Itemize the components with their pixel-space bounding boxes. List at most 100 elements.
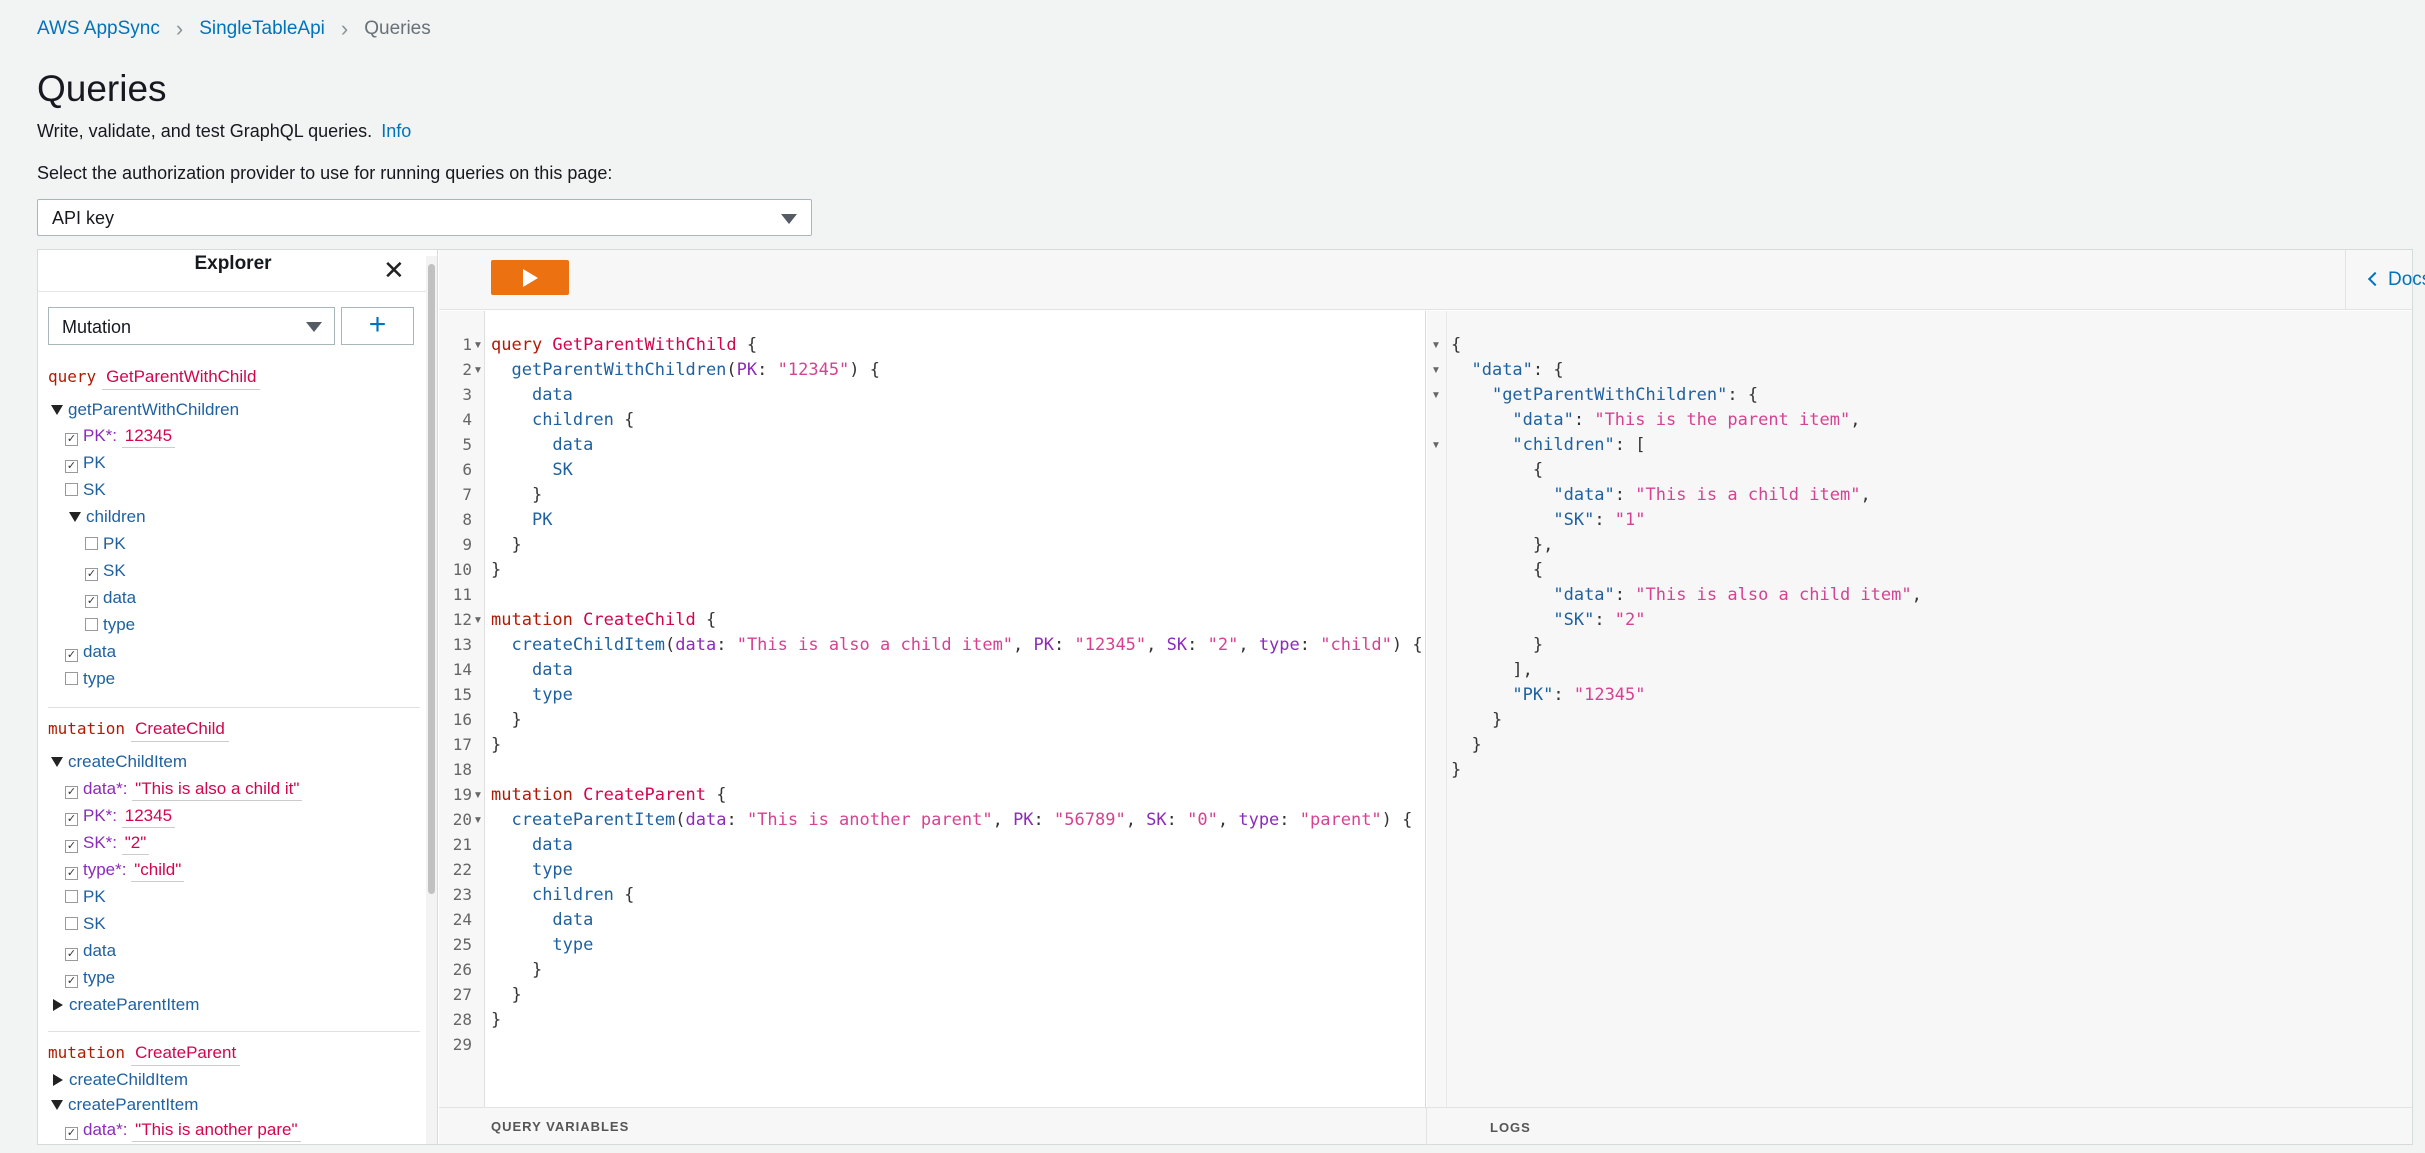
- fold-arrow-icon[interactable]: ▼: [473, 815, 483, 826]
- field-row[interactable]: type: [85, 615, 135, 635]
- breadcrumb-api-link[interactable]: SingleTableApi: [199, 18, 325, 40]
- code-token: data: [685, 810, 727, 830]
- logs-tab[interactable]: LOGS: [1490, 1120, 1531, 1135]
- checkbox-checked-icon[interactable]: ✓: [65, 948, 78, 961]
- field-row[interactable]: PK: [65, 887, 106, 907]
- line-number: 10: [452, 560, 472, 579]
- checkbox-unchecked-icon[interactable]: [65, 672, 78, 685]
- tree-node[interactable]: createParentItem: [53, 995, 199, 1015]
- checkbox-checked-icon[interactable]: ✓: [85, 595, 98, 608]
- argument-value-input[interactable]: 12345: [121, 806, 176, 828]
- field-label: PK: [83, 453, 106, 472]
- query-editor[interactable]: 1 2 3 4 5 6 7 8 9 10 11 12 13 14 15 16 1…: [439, 311, 1426, 1107]
- checkbox-unchecked-icon[interactable]: [65, 890, 78, 903]
- code-token: "56789": [1054, 810, 1126, 830]
- argument-row[interactable]: ✓ SK*: "2": [65, 833, 150, 855]
- argument-row[interactable]: ✓ type*: "child": [65, 860, 185, 882]
- argument-value-input[interactable]: "This is another pare": [132, 1120, 301, 1142]
- code-line: }: [491, 485, 542, 505]
- code-line: mutation CreateParent {: [491, 785, 726, 805]
- checkbox-checked-icon[interactable]: ✓: [65, 786, 78, 799]
- checkbox-checked-icon[interactable]: ✓: [65, 460, 78, 473]
- field-row[interactable]: ✓ data: [65, 642, 116, 662]
- query-variables-tab[interactable]: QUERY VARIABLES: [491, 1119, 629, 1134]
- code-line: children {: [491, 410, 634, 430]
- result-token: [1451, 360, 1471, 380]
- result-token: "SK": [1553, 610, 1595, 630]
- fold-arrow-icon[interactable]: ▼: [1431, 340, 1441, 351]
- field-row[interactable]: ✓ data: [65, 941, 116, 961]
- checkbox-checked-icon[interactable]: ✓: [65, 433, 78, 446]
- argument-row[interactable]: ✓ data*: "This is another pare": [65, 1120, 301, 1142]
- scrollbar-thumb[interactable]: [428, 264, 435, 894]
- argument-value-input[interactable]: 12345: [121, 426, 176, 448]
- checkbox-checked-icon[interactable]: ✓: [65, 649, 78, 662]
- field-label: type: [103, 615, 136, 634]
- fold-arrow-icon[interactable]: ▼: [473, 365, 483, 376]
- fold-arrow-icon[interactable]: ▼: [1431, 390, 1441, 401]
- auth-provider-select[interactable]: API key: [37, 199, 812, 236]
- argument-row[interactable]: ✓ PK*: 12345: [65, 806, 176, 828]
- code-token: }: [491, 560, 502, 580]
- result-token: "SK": [1553, 510, 1595, 530]
- result-token: "children": [1512, 435, 1615, 455]
- checkbox-unchecked-icon[interactable]: [65, 483, 78, 496]
- argument-row[interactable]: ✓ data*: "This is also a child it": [65, 779, 303, 801]
- operation-name-input[interactable]: CreateChild: [131, 719, 229, 742]
- info-link[interactable]: Info: [381, 121, 411, 141]
- field-row[interactable]: PK: [85, 534, 126, 554]
- field-row[interactable]: ✓ type: [65, 968, 115, 988]
- operation-type-select[interactable]: Mutation: [48, 307, 335, 345]
- checkbox-unchecked-icon[interactable]: [85, 618, 98, 631]
- chevron-right-icon: ›: [175, 16, 184, 41]
- field-row[interactable]: ✓ SK: [85, 561, 126, 581]
- field-label: type: [83, 968, 116, 987]
- operation-name-input[interactable]: CreateParent: [131, 1043, 241, 1066]
- operation-name-input[interactable]: GetParentWithChild: [102, 367, 261, 390]
- field-row[interactable]: ✓ PK: [65, 453, 106, 473]
- tree-node[interactable]: createChildItem: [53, 1070, 188, 1090]
- code-token: GetParentWithChild: [552, 335, 737, 355]
- field-row[interactable]: SK: [65, 480, 106, 500]
- field-row[interactable]: type: [65, 669, 115, 689]
- tree-node[interactable]: createParentItem: [51, 1095, 198, 1115]
- checkbox-checked-icon[interactable]: ✓: [65, 1127, 78, 1140]
- breadcrumb-appsync-link[interactable]: AWS AppSync: [37, 18, 160, 40]
- fold-arrow-icon[interactable]: ▼: [1431, 440, 1441, 451]
- checkbox-checked-icon[interactable]: ✓: [65, 867, 78, 880]
- argument-value-input[interactable]: "child": [131, 860, 185, 882]
- fold-arrow-icon[interactable]: ▼: [473, 615, 483, 626]
- result-token: "This is a child item": [1635, 485, 1861, 505]
- breadcrumb: AWS AppSync › SingleTableApi › Queries: [37, 16, 431, 42]
- result-token: :: [1614, 485, 1636, 505]
- fold-arrow-icon[interactable]: ▼: [473, 340, 483, 351]
- checkbox-checked-icon[interactable]: ✓: [65, 975, 78, 988]
- argument-value-input[interactable]: "This is also a child it": [132, 779, 303, 801]
- tree-node[interactable]: children: [69, 507, 146, 527]
- docs-button[interactable]: Docs: [2345, 250, 2425, 310]
- result-line: "SK": "1": [1451, 510, 1645, 530]
- argument-row[interactable]: ✓ PK*: 12345: [65, 426, 176, 448]
- code-line: data: [491, 385, 573, 405]
- tree-node[interactable]: createChildItem: [51, 752, 187, 772]
- code-token: SK: [552, 460, 573, 480]
- add-operation-button[interactable]: +: [341, 307, 414, 345]
- line-number: 3: [462, 385, 472, 404]
- checkbox-checked-icon[interactable]: ✓: [85, 568, 98, 581]
- code-token: data: [675, 635, 717, 655]
- run-query-button[interactable]: [491, 260, 569, 295]
- code-token: }: [491, 960, 543, 980]
- close-icon[interactable]: ✕: [383, 255, 405, 286]
- line-number: 26: [452, 960, 472, 979]
- checkbox-unchecked-icon[interactable]: [85, 537, 98, 550]
- checkbox-checked-icon[interactable]: ✓: [65, 813, 78, 826]
- code-token: }: [491, 985, 522, 1005]
- field-row[interactable]: ✓ data: [85, 588, 136, 608]
- fold-arrow-icon[interactable]: ▼: [473, 790, 483, 801]
- tree-node[interactable]: getParentWithChildren: [51, 400, 239, 420]
- fold-arrow-icon[interactable]: ▼: [1431, 365, 1441, 376]
- argument-value-input[interactable]: "2": [121, 833, 150, 855]
- checkbox-unchecked-icon[interactable]: [65, 917, 78, 930]
- checkbox-checked-icon[interactable]: ✓: [65, 840, 78, 853]
- field-row[interactable]: SK: [65, 914, 106, 934]
